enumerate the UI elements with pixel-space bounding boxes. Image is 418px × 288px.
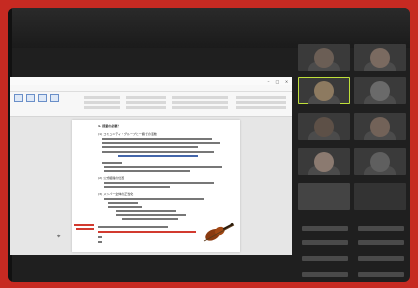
ribbon-option[interactable] [126, 101, 166, 104]
participant-tile-collapsed[interactable] [358, 226, 404, 231]
text-line [102, 138, 212, 140]
participant-face [370, 81, 390, 101]
document-icon[interactable] [49, 94, 59, 102]
participant-tile-collapsed[interactable] [358, 240, 404, 245]
red-note [76, 228, 94, 230]
red-note [74, 224, 94, 226]
text-line [116, 210, 176, 212]
ribbon-option[interactable] [84, 106, 120, 109]
participant-tile-collapsed[interactable] [302, 256, 348, 261]
link-line[interactable] [118, 155, 198, 157]
mouse-cursor-icon: ⌖ [57, 233, 61, 240]
ribbon-option[interactable] [172, 101, 228, 104]
participant-tile[interactable] [298, 113, 350, 140]
document-page: 1. 授業の必要？ (1) コミュニティ・グループと一緒での活動 (2) 公式組… [72, 120, 240, 252]
ribbon-option[interactable] [236, 106, 286, 109]
text-line [102, 162, 122, 164]
participant-tile[interactable] [354, 148, 406, 175]
participant-face [370, 152, 390, 172]
document-icon[interactable] [25, 94, 35, 102]
participant-tile-speaking[interactable] [298, 77, 350, 104]
participant-face [314, 152, 334, 172]
participant-face [314, 48, 334, 68]
text-line [98, 241, 102, 243]
text-line [108, 206, 142, 208]
participant-tile-collapsed[interactable] [302, 272, 348, 277]
ribbon-group-3 [126, 94, 166, 111]
participant-tile[interactable] [354, 113, 406, 140]
text-line [104, 198, 204, 200]
text-line [98, 226, 168, 228]
ribbon-option[interactable] [126, 96, 166, 99]
window-controls: – □ × [266, 79, 292, 84]
ribbon-option[interactable] [172, 96, 228, 99]
participant-face [370, 48, 390, 68]
ribbon-group-1 [14, 94, 61, 103]
participant-tile[interactable] [354, 183, 406, 210]
text-line [98, 236, 102, 238]
document-title-bar: – □ × [10, 77, 292, 85]
participant-face [370, 117, 390, 137]
participant-tile-collapsed[interactable] [302, 226, 348, 231]
ribbon-group-4 [172, 94, 228, 111]
ribbon-option[interactable] [84, 101, 120, 104]
minimize-icon[interactable]: – [266, 79, 271, 84]
text-line [104, 182, 214, 184]
meeting-window: – □ × 1. 授業の必要？ (1) コミュニティ・グループと一緒での活動 (… [8, 8, 410, 282]
participant-tile[interactable] [354, 77, 406, 104]
participant-tile[interactable] [298, 44, 350, 71]
participant-tile-collapsed[interactable] [358, 256, 404, 261]
close-icon[interactable]: × [284, 79, 289, 84]
ribbon-group-5 [236, 94, 286, 111]
ribbon-option[interactable] [84, 96, 120, 99]
violin-image [203, 222, 235, 242]
text-line [116, 214, 186, 216]
ribbon-option[interactable] [236, 96, 286, 99]
meeting-top-area [8, 8, 410, 48]
text-line [104, 186, 170, 188]
participant-tile[interactable] [298, 183, 350, 210]
text-line [108, 202, 138, 204]
red-note [98, 231, 196, 233]
ribbon-group-2 [84, 94, 120, 111]
section-c-title: (3) メンバー全体の正当化 [98, 192, 134, 196]
document-icon[interactable] [14, 94, 23, 102]
document-canvas: 1. 授業の必要？ (1) コミュニティ・グループと一緒での活動 (2) 公式組… [10, 117, 292, 255]
shared-screen: – □ × 1. 授業の必要？ (1) コミュニティ・グループと一緒での活動 (… [10, 77, 292, 255]
ribbon-toolbar [10, 92, 292, 117]
ribbon-option[interactable] [172, 106, 228, 109]
participant-tile[interactable] [298, 148, 350, 175]
ribbon-option[interactable] [236, 101, 286, 104]
ribbon-tabs [10, 85, 292, 92]
document-heading: 1. 授業の必要？ [98, 124, 121, 128]
text-line [102, 146, 198, 148]
document-icon[interactable] [37, 94, 47, 102]
participant-tile-collapsed[interactable] [302, 240, 348, 245]
maximize-icon[interactable]: □ [275, 79, 280, 84]
participant-face [314, 117, 334, 137]
section-b-title: (2) 公式組織の位置 [98, 176, 125, 180]
text-line [104, 170, 190, 172]
text-line [104, 166, 222, 168]
participant-tile-collapsed[interactable] [358, 272, 404, 277]
text-line [102, 142, 220, 144]
participant-face [314, 81, 334, 101]
text-line [102, 151, 214, 153]
ribbon-option[interactable] [126, 106, 166, 109]
section-a-title: (1) コミュニティ・グループと一緒での活動 [98, 132, 157, 136]
participant-tile[interactable] [354, 44, 406, 71]
text-line [122, 218, 178, 220]
